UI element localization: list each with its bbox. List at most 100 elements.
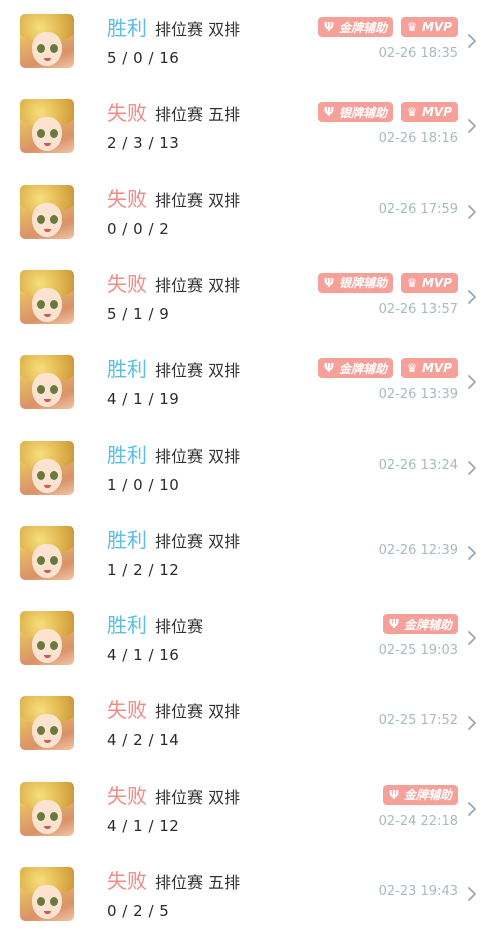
hero-eye [50,470,58,480]
badge-label: MVP [421,105,452,120]
match-row[interactable]: 暴走局 胜利排位赛 4 / 1 / 16 Ψ金牌辅助 02-25 19:03 [0,597,500,682]
chevron-right-icon[interactable] [466,202,478,222]
match-time: 02-26 17:59 [378,201,458,217]
trident-icon: Ψ [388,617,400,632]
honor-badges: Ψ 金牌辅助 ♛ MVP [317,16,458,38]
trident-icon: Ψ [323,361,335,376]
match-time: 02-26 13:39 [378,387,458,403]
match-result: 失败 [107,271,147,296]
match-result: 胜利 [107,16,147,40]
chevron-right-icon[interactable] [466,458,478,478]
match-time: 02-26 18:35 [378,46,458,61]
chevron-right-icon[interactable] [466,799,478,819]
chevron-right-icon[interactable] [466,713,478,733]
match-row[interactable]: 尽力局 失败排位赛 双排 4 / 1 / 12 Ψ金牌辅助 02-24 22:18 [0,768,500,853]
match-mode: 排位赛 双排 [155,787,241,807]
hero-avatar: 尽力局 [20,696,74,751]
match-row[interactable]: 胜利 排位赛 双排 1 / 2 / 12 02-26 12:39 [0,512,500,597]
chevron-right-icon[interactable] [466,628,478,648]
match-time: 02-26 18:16 [378,131,458,147]
hero-avatar [20,184,74,239]
hero-mouth [44,825,51,829]
match-row[interactable]: 翻车局 失败排位赛 五排 0 / 2 / 5 02-23 19:43 [0,853,500,938]
badge-label: 银牌辅助 [338,105,387,120]
hero-eye [37,214,45,224]
match-row[interactable]: 尽力局 失败排位赛 五排 2 / 3 / 13 Ψ银牌辅助 ♛MVP 02-26 18:1… [0,85,500,170]
badge-label: MVP [421,20,452,34]
trident-icon: Ψ [323,105,335,120]
badge-label: MVP [421,275,452,290]
support-badge: Ψ 金牌辅助 [382,614,458,635]
match-kda: 1 / 2 / 12 [107,560,180,579]
hero-eye [50,897,58,906]
match-mode: 排位赛 双排 [155,702,241,722]
hero-mouth [44,228,51,232]
hero-avatar: 暴走局 [20,611,74,666]
hero-avatar: 尽力局 [20,269,74,324]
match-result: 胜利 [107,527,147,552]
match-kda: 4 / 2 / 14 [107,731,180,750]
match-time: 02-25 17:52 [378,713,458,729]
trophy-icon: ♛ [406,20,418,34]
chevron-right-icon[interactable] [466,372,478,392]
match-kda: 5 / 0 / 16 [107,49,180,67]
trophy-icon: ♛ [406,275,418,290]
match-result: 胜利 [107,613,147,638]
hero-avatar: 翻车局 [20,867,74,921]
match-mode: 排位赛 双排 [155,20,241,39]
trident-icon: Ψ [323,20,335,34]
mvp-badge: ♛ MVP [400,102,458,123]
match-result: 失败 [107,698,147,723]
chevron-right-icon[interactable] [466,116,478,136]
mvp-badge: ♛ MVP [400,358,458,379]
match-time: 02-23 19:43 [378,884,458,899]
honor-badges: Ψ 银牌辅助 ♛ MVP [317,101,458,123]
chevron-right-icon[interactable] [466,543,478,563]
match-row[interactable]: 带飞局 胜利排位赛 双排 5 / 0 / 16 Ψ金牌辅助 ♛MVP 02-26 18:3… [0,0,500,85]
hero-eye [37,470,45,480]
badge-label: 银牌辅助 [338,276,387,291]
match-result: 失败 [107,869,147,893]
match-kda: 4 / 1 / 12 [107,816,180,835]
chevron-right-icon[interactable] [466,287,478,307]
match-row[interactable]: 失败 排位赛 双排 0 / 0 / 2 02-26 17:59 [0,171,500,256]
badge-label: 金牌辅助 [338,20,387,35]
match-row[interactable]: 暴走局 胜利排位赛 双排 4 / 1 / 19 Ψ金牌辅助 ♛MVP 02-26 13:3… [0,341,500,426]
support-badge: Ψ 金牌辅助 [317,358,393,379]
match-mode: 排位赛 双排 [155,446,241,466]
match-mode: 排位赛 五排 [155,105,241,125]
match-kda: 2 / 3 / 13 [107,134,180,153]
mvp-badge: ♛ MVP [400,17,458,37]
match-kda: 1 / 0 / 10 [107,475,180,494]
hero-eye [50,299,58,309]
badge-label: 金牌辅助 [403,617,452,632]
hero-eye [37,44,45,53]
hero-mouth [44,484,51,488]
support-badge: Ψ 银牌辅助 [317,272,393,293]
match-row[interactable]: 尽力局 失败排位赛 双排 5 / 1 / 9 Ψ银牌辅助 ♛MVP 02-26 13:57 [0,256,500,341]
hero-eye [37,897,45,906]
support-badge: Ψ 金牌辅助 [317,17,393,37]
badge-label: 金牌辅助 [403,788,452,803]
match-result: 胜利 [107,357,147,382]
match-mode: 排位赛 双排 [155,361,241,381]
badge-label: 金牌辅助 [338,361,387,376]
honor-badges: Ψ 金牌辅助 [382,784,458,806]
chevron-right-icon[interactable] [466,31,478,51]
match-row[interactable]: 实力局 胜利排位赛 双排 1 / 0 / 10 02-26 13:24 [0,427,500,512]
trophy-icon: ♛ [406,361,418,376]
hero-avatar: 暴走局 [20,355,74,410]
match-time: 02-26 13:57 [378,301,458,317]
hero-eye [50,555,58,565]
support-badge: Ψ 银牌辅助 [317,102,393,123]
hero-avatar [20,525,74,580]
match-mode: 排位赛 双排 [155,531,241,551]
match-mode: 排位赛 [155,617,204,637]
match-kda: 4 / 1 / 19 [107,390,180,409]
match-mode: 排位赛 双排 [155,190,241,210]
match-row[interactable]: 尽力局 失败排位赛 双排 4 / 2 / 14 02-25 17:52 [0,682,500,767]
match-kda: 4 / 1 / 16 [107,646,180,665]
match-time: 02-24 22:18 [378,813,458,829]
hero-eye [37,555,45,565]
chevron-right-icon[interactable] [466,884,478,904]
